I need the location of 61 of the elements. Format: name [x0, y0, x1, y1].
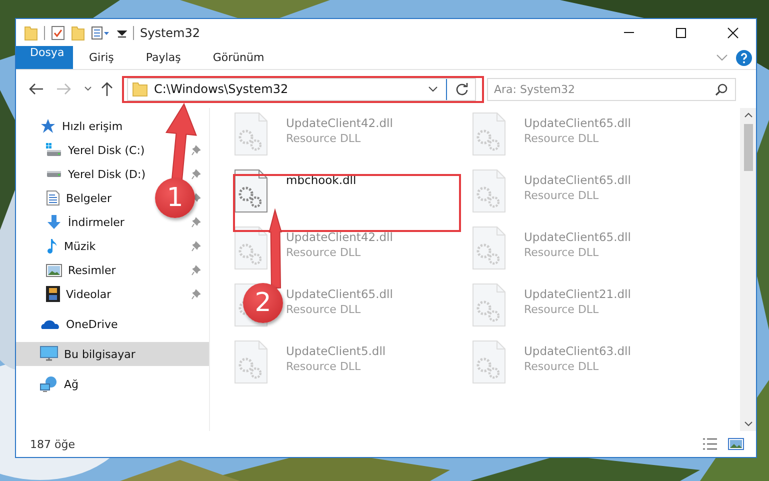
maximize-icon: [675, 26, 687, 38]
file-type: Resource DLL: [286, 246, 362, 259]
help-icon[interactable]: [736, 50, 752, 66]
film-icon: [46, 286, 60, 302]
nav-item[interactable]: Hızlı erişim: [16, 114, 209, 138]
nav-item[interactable]: Yerel Disk (D:): [46, 168, 146, 180]
file-type: Resource DLL: [524, 189, 600, 202]
nav-item[interactable]: Belgeler: [46, 190, 112, 206]
nav-item[interactable]: Yerel Disk (C:): [46, 143, 145, 157]
scroll-thumb[interactable]: [744, 124, 752, 171]
details-view-icon[interactable]: [702, 437, 718, 451]
ribbon-tab[interactable]: Görünüm: [196, 46, 280, 69]
expand-ribbon-icon[interactable]: [716, 54, 728, 62]
scroll-down-icon[interactable]: [744, 421, 752, 427]
cloud-icon: [40, 318, 60, 330]
item-count: 187 öğe: [30, 438, 75, 450]
file-type: Resource DLL: [286, 303, 362, 316]
nav-item[interactable]: Ağ: [16, 372, 209, 396]
minimize-icon: [624, 32, 634, 33]
download-arrow-icon: [46, 214, 62, 230]
back-arrow-icon[interactable]: [28, 82, 44, 96]
search-icon: [715, 82, 728, 96]
file-menu-button[interactable]: Dosya: [16, 46, 73, 69]
drive-icon: [46, 143, 62, 157]
nav-item[interactable]: İndirmeler: [46, 214, 124, 230]
music-note-icon: [46, 238, 58, 254]
ribbon-tab[interactable]: Giriş: [73, 46, 130, 69]
nav-item[interactable]: Bu bilgisayar: [16, 342, 209, 366]
network-icon: [40, 376, 58, 392]
monitor-icon: [40, 346, 58, 362]
refresh-icon[interactable]: [455, 82, 469, 96]
star-icon: [40, 118, 56, 134]
address-bar[interactable]: C:\Windows\System32: [127, 78, 476, 100]
window-title: System32: [140, 26, 200, 40]
file-type: Resource DLL: [286, 132, 362, 145]
up-arrow-icon[interactable]: [100, 81, 114, 97]
folder-icon: [132, 81, 148, 97]
file-type: Resource DLL: [286, 360, 362, 373]
search-field[interactable]: Ara: System32: [487, 78, 736, 100]
scroll-up-icon[interactable]: [744, 112, 752, 118]
large-icons-view-icon[interactable]: [728, 437, 744, 451]
file-type: Resource DLL: [524, 246, 600, 259]
file-name[interactable]: mbchook.dll: [286, 173, 356, 187]
nav-item[interactable]: Videolar: [46, 286, 112, 302]
picture-icon: [46, 264, 62, 276]
address-path: C:\Windows\System32: [154, 82, 288, 96]
nav-item[interactable]: Resimler: [46, 264, 116, 276]
properties-icon[interactable]: [51, 24, 65, 40]
dropdown-icon[interactable]: [428, 86, 438, 92]
drive-icon: [46, 170, 62, 178]
ribbon-tab[interactable]: Paylaş: [130, 46, 197, 69]
file-type: Resource DLL: [524, 360, 600, 373]
view-options-icon[interactable]: [91, 24, 111, 40]
document-icon: [46, 190, 60, 206]
nav-item[interactable]: Müzik: [46, 238, 96, 254]
file-type: Resource DLL: [524, 303, 600, 316]
file-type: Resource DLL: [524, 132, 600, 145]
recent-locations-icon[interactable]: [84, 86, 92, 92]
close-icon: [727, 26, 739, 38]
nav-item[interactable]: OneDrive: [16, 312, 209, 336]
scrollbar[interactable]: [740, 108, 756, 431]
